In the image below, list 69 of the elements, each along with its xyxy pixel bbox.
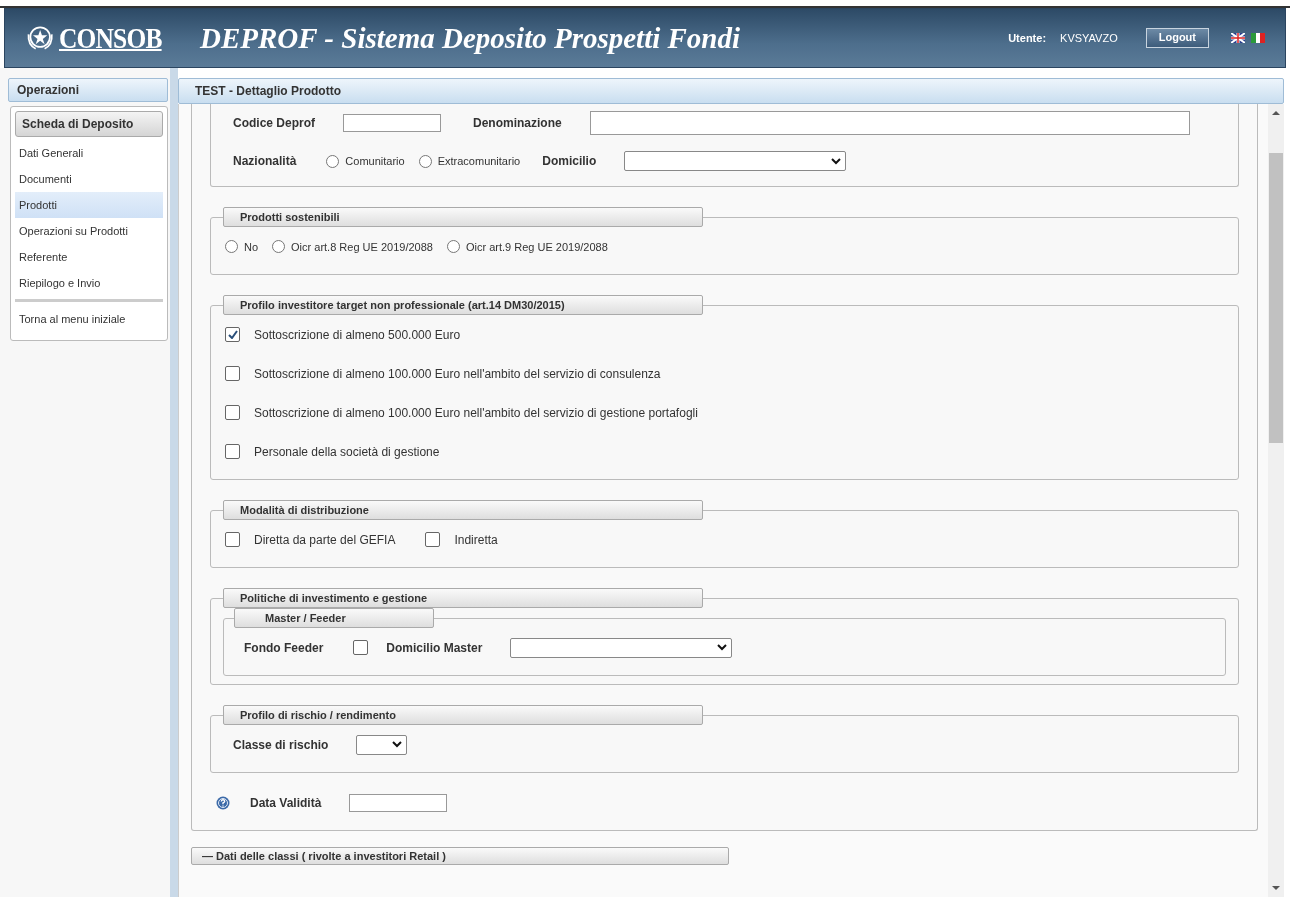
radio-button[interactable]	[446, 240, 460, 253]
radio-label: Comunitario	[345, 155, 405, 167]
dropdown[interactable]	[356, 734, 408, 755]
field-label: Codice Deprof	[233, 116, 315, 130]
checkbox[interactable]	[225, 366, 240, 381]
dropdown[interactable]	[624, 151, 847, 171]
menu-item[interactable]: Referente	[15, 244, 163, 270]
field-label: Denominazione	[473, 116, 562, 130]
help-icon[interactable]	[216, 795, 230, 810]
section-header: Politiche di investimento e gestione	[223, 588, 703, 608]
checkbox-label: Personale della società di gestione	[254, 444, 440, 459]
scroll-up-icon[interactable]	[1272, 110, 1280, 116]
field-label: Nazionalità	[233, 154, 297, 168]
field-label: Classe di rischio	[233, 737, 329, 752]
field-label: Domicilio Master	[386, 640, 483, 655]
logo-text: CONSOB	[59, 21, 162, 55]
text-field[interactable]	[349, 793, 448, 812]
checkbox[interactable]	[225, 444, 240, 459]
menu-section-button[interactable]: Scheda di Deposito	[15, 111, 163, 137]
checkbox-label: Sottoscrizione di almeno 500.000 Euro	[254, 327, 461, 342]
checkbox-label: Indiretta	[454, 532, 498, 547]
collapsed-section-header[interactable]: — Dati delle classi ( rivolte a investitori Retail )	[191, 847, 729, 865]
checkbox-label: Sottoscrizione di almeno 100.000 Euro nell'ambito del servizio di consulenza	[254, 366, 661, 381]
section-header: Master / Feeder	[234, 608, 434, 628]
menu-item[interactable]: Documenti	[15, 166, 163, 192]
scroll-down-icon[interactable]	[1272, 885, 1280, 891]
radio-label: Oicr art.8 Reg UE 2019/2088	[291, 240, 433, 253]
chevron-down-icon	[392, 741, 403, 748]
checkmark-icon	[227, 330, 238, 339]
dropdown[interactable]	[510, 637, 733, 658]
scrollbar[interactable]	[1268, 104, 1284, 897]
radio-button[interactable]	[418, 154, 432, 168]
field-label: Data Validità	[250, 795, 322, 810]
logout-button[interactable]: Logout	[1145, 28, 1209, 48]
uk-flag-icon[interactable]	[1231, 33, 1245, 43]
text-field[interactable]	[589, 111, 1190, 135]
chevron-down-icon	[717, 644, 728, 651]
radio-label: Extracomunitario	[437, 155, 521, 167]
section-header: Prodotti sostenibili	[223, 207, 703, 227]
panel-title-bar: TEST - Dettaglio Prodotto	[178, 78, 1284, 104]
checkbox[interactable]	[225, 327, 240, 342]
checkbox[interactable]	[225, 532, 240, 547]
checkbox[interactable]	[425, 532, 441, 547]
user-name: KVSYAVZO	[1060, 32, 1118, 44]
checkbox-label: Diretta da parte del GEFIA	[254, 532, 396, 547]
menu-item[interactable]: Dati Generali	[15, 140, 163, 166]
text-field[interactable]	[343, 114, 441, 132]
sidebar-header: Operazioni	[8, 78, 168, 102]
field-label: Domicilio	[542, 154, 597, 168]
checkbox[interactable]	[353, 640, 369, 655]
user-label: Utente:	[1008, 32, 1047, 44]
radio-button[interactable]	[272, 240, 286, 253]
menu-item[interactable]: Operazioni su Prodotti	[15, 218, 163, 244]
italy-flag-icon[interactable]	[1251, 33, 1265, 43]
radio-label: No	[244, 240, 259, 253]
checkbox[interactable]	[225, 405, 240, 420]
section-header: Modalità di distribuzione	[223, 500, 703, 520]
menu-item[interactable]: Prodotti	[15, 192, 163, 218]
chevron-down-icon	[831, 157, 842, 165]
section-header: Profilo investitore target non professionale (art.14 DM30/2015)	[223, 295, 703, 315]
app-title: DEPROF - Sistema Deposito Prospetti Fondi	[200, 21, 742, 55]
checkbox-label: Sottoscrizione di almeno 100.000 Euro nell'ambito del servizio di gestione portafogli	[254, 405, 698, 420]
field-label: Fondo Feeder	[244, 640, 324, 655]
radio-label: Oicr art.9 Reg UE 2019/2088	[465, 240, 608, 253]
back-link[interactable]: Torna al menu iniziale	[15, 306, 163, 332]
section-header: Profilo di rischio / rendimento	[223, 705, 703, 725]
radio-button[interactable]	[225, 240, 238, 253]
menu-item[interactable]: Riepilogo e Invio	[15, 270, 163, 296]
radio-button[interactable]	[326, 154, 340, 168]
